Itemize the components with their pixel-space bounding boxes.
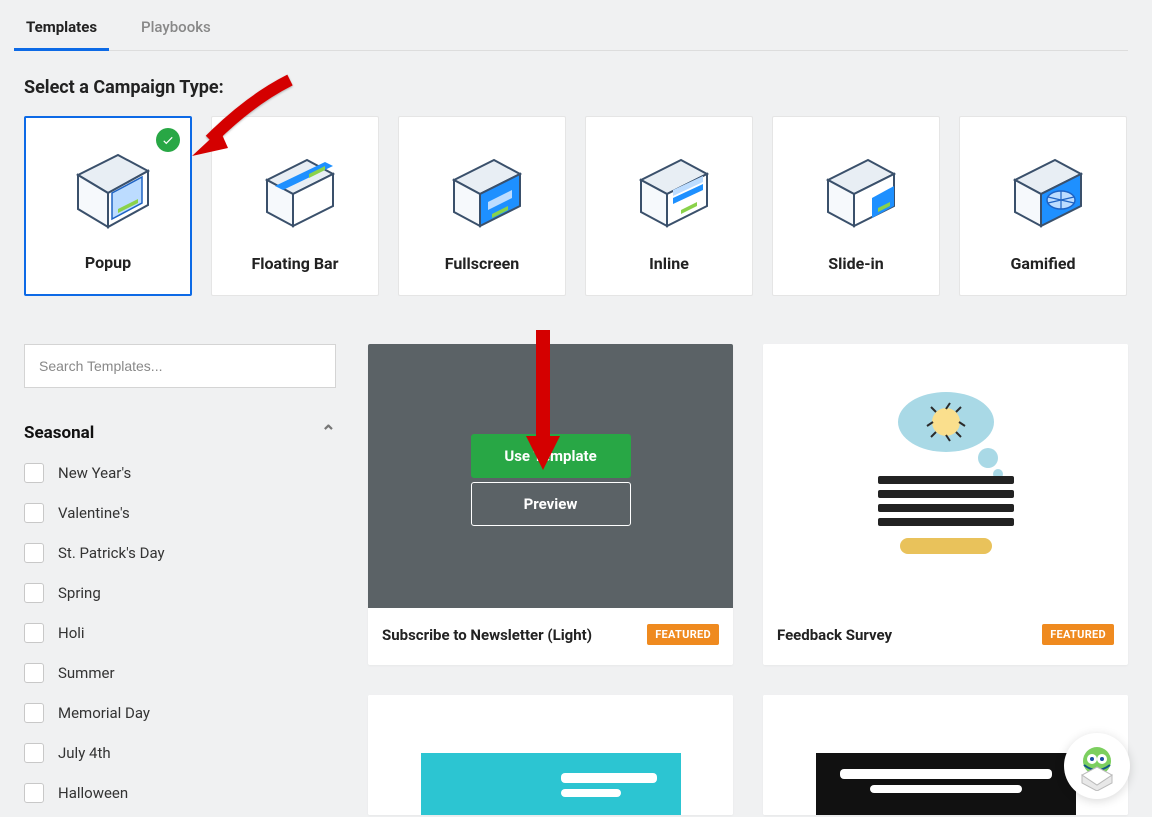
featured-badge: FEATURED (647, 624, 719, 645)
checkbox[interactable] (24, 623, 44, 643)
help-widget-button[interactable] (1064, 733, 1130, 799)
mascot-icon (1072, 741, 1122, 791)
template-title: Subscribe to Newsletter (Light) (382, 626, 592, 644)
filter-item-valentines[interactable]: Valentine's (24, 495, 336, 531)
type-label: Fullscreen (445, 254, 520, 273)
checkbox[interactable] (24, 583, 44, 603)
filter-label: New Year's (58, 464, 131, 482)
template-card[interactable]: Use Template Preview Subscribe to Newsle… (368, 344, 733, 665)
check-icon (156, 128, 180, 152)
type-card-slide-in[interactable]: Slide-in (772, 116, 940, 296)
type-label: Floating Bar (252, 254, 339, 273)
filter-item-st-patricks[interactable]: St. Patrick's Day (24, 535, 336, 571)
filter-item-july-4th[interactable]: July 4th (24, 735, 336, 771)
filter-label: Spring (58, 584, 101, 602)
template-thumbnail (763, 344, 1128, 608)
tab-bar: Templates Playbooks (24, 0, 1128, 51)
tab-playbooks[interactable]: Playbooks (139, 8, 213, 50)
filter-label: Valentine's (58, 504, 130, 522)
search-input[interactable] (24, 344, 336, 388)
tab-templates[interactable]: Templates (24, 8, 99, 50)
checkbox[interactable] (24, 743, 44, 763)
template-preview-icon (816, 745, 1076, 815)
gamified-icon (993, 148, 1093, 238)
filter-group-seasonal: Seasonal ⌃ New Year's Valentine's St. Pa… (24, 418, 336, 811)
type-label: Inline (649, 254, 689, 273)
checkbox[interactable] (24, 463, 44, 483)
type-label: Gamified (1011, 254, 1076, 273)
preview-button[interactable]: Preview (471, 482, 631, 526)
template-title: Feedback Survey (777, 626, 892, 644)
filter-sidebar: Seasonal ⌃ New Year's Valentine's St. Pa… (24, 344, 336, 811)
filter-item-spring[interactable]: Spring (24, 575, 336, 611)
type-card-floating-bar[interactable]: Floating Bar (211, 116, 379, 296)
checkbox[interactable] (24, 703, 44, 723)
filter-group-toggle[interactable]: Seasonal ⌃ (24, 418, 336, 455)
filter-item-holi[interactable]: Holi (24, 615, 336, 651)
filter-label: Memorial Day (58, 704, 150, 722)
type-card-gamified[interactable]: Gamified (959, 116, 1127, 296)
filter-group-title: Seasonal (24, 423, 94, 443)
template-card[interactable]: Feedback Survey FEATURED (763, 344, 1128, 665)
type-card-fullscreen[interactable]: Fullscreen (398, 116, 566, 296)
filter-label: Summer (58, 664, 115, 682)
floating-bar-icon (245, 148, 345, 238)
popup-icon (58, 147, 158, 237)
template-preview-icon (421, 745, 681, 815)
chevron-up-icon: ⌃ (321, 422, 336, 443)
checkbox[interactable] (24, 783, 44, 803)
inline-icon (619, 148, 719, 238)
filter-item-memorial-day[interactable]: Memorial Day (24, 695, 336, 731)
template-thumbnail: Use Template Preview (368, 344, 733, 608)
use-template-button[interactable]: Use Template (471, 434, 631, 478)
filter-label: St. Patrick's Day (58, 544, 165, 562)
filter-label: Holi (58, 624, 85, 642)
template-thumbnail (368, 695, 733, 815)
filter-label: July 4th (58, 744, 111, 762)
filter-label: Halloween (58, 784, 128, 802)
type-card-popup[interactable]: Popup (24, 116, 192, 296)
type-label: Slide-in (828, 254, 883, 273)
template-grid: Use Template Preview Subscribe to Newsle… (368, 344, 1128, 815)
slide-in-icon (806, 148, 906, 238)
type-card-inline[interactable]: Inline (585, 116, 753, 296)
featured-badge: FEATURED (1042, 624, 1114, 645)
checkbox[interactable] (24, 663, 44, 683)
filter-item-summer[interactable]: Summer (24, 655, 336, 691)
filter-item-halloween[interactable]: Halloween (24, 775, 336, 811)
filter-item-new-years[interactable]: New Year's (24, 455, 336, 491)
feedback-survey-preview-icon (836, 376, 1056, 576)
fullscreen-icon (432, 148, 532, 238)
checkbox[interactable] (24, 543, 44, 563)
checkbox[interactable] (24, 503, 44, 523)
section-title: Select a Campaign Type: (24, 77, 1128, 98)
template-card[interactable] (368, 695, 733, 815)
type-label: Popup (85, 253, 131, 272)
campaign-type-row: Popup Floating Bar (24, 116, 1128, 296)
